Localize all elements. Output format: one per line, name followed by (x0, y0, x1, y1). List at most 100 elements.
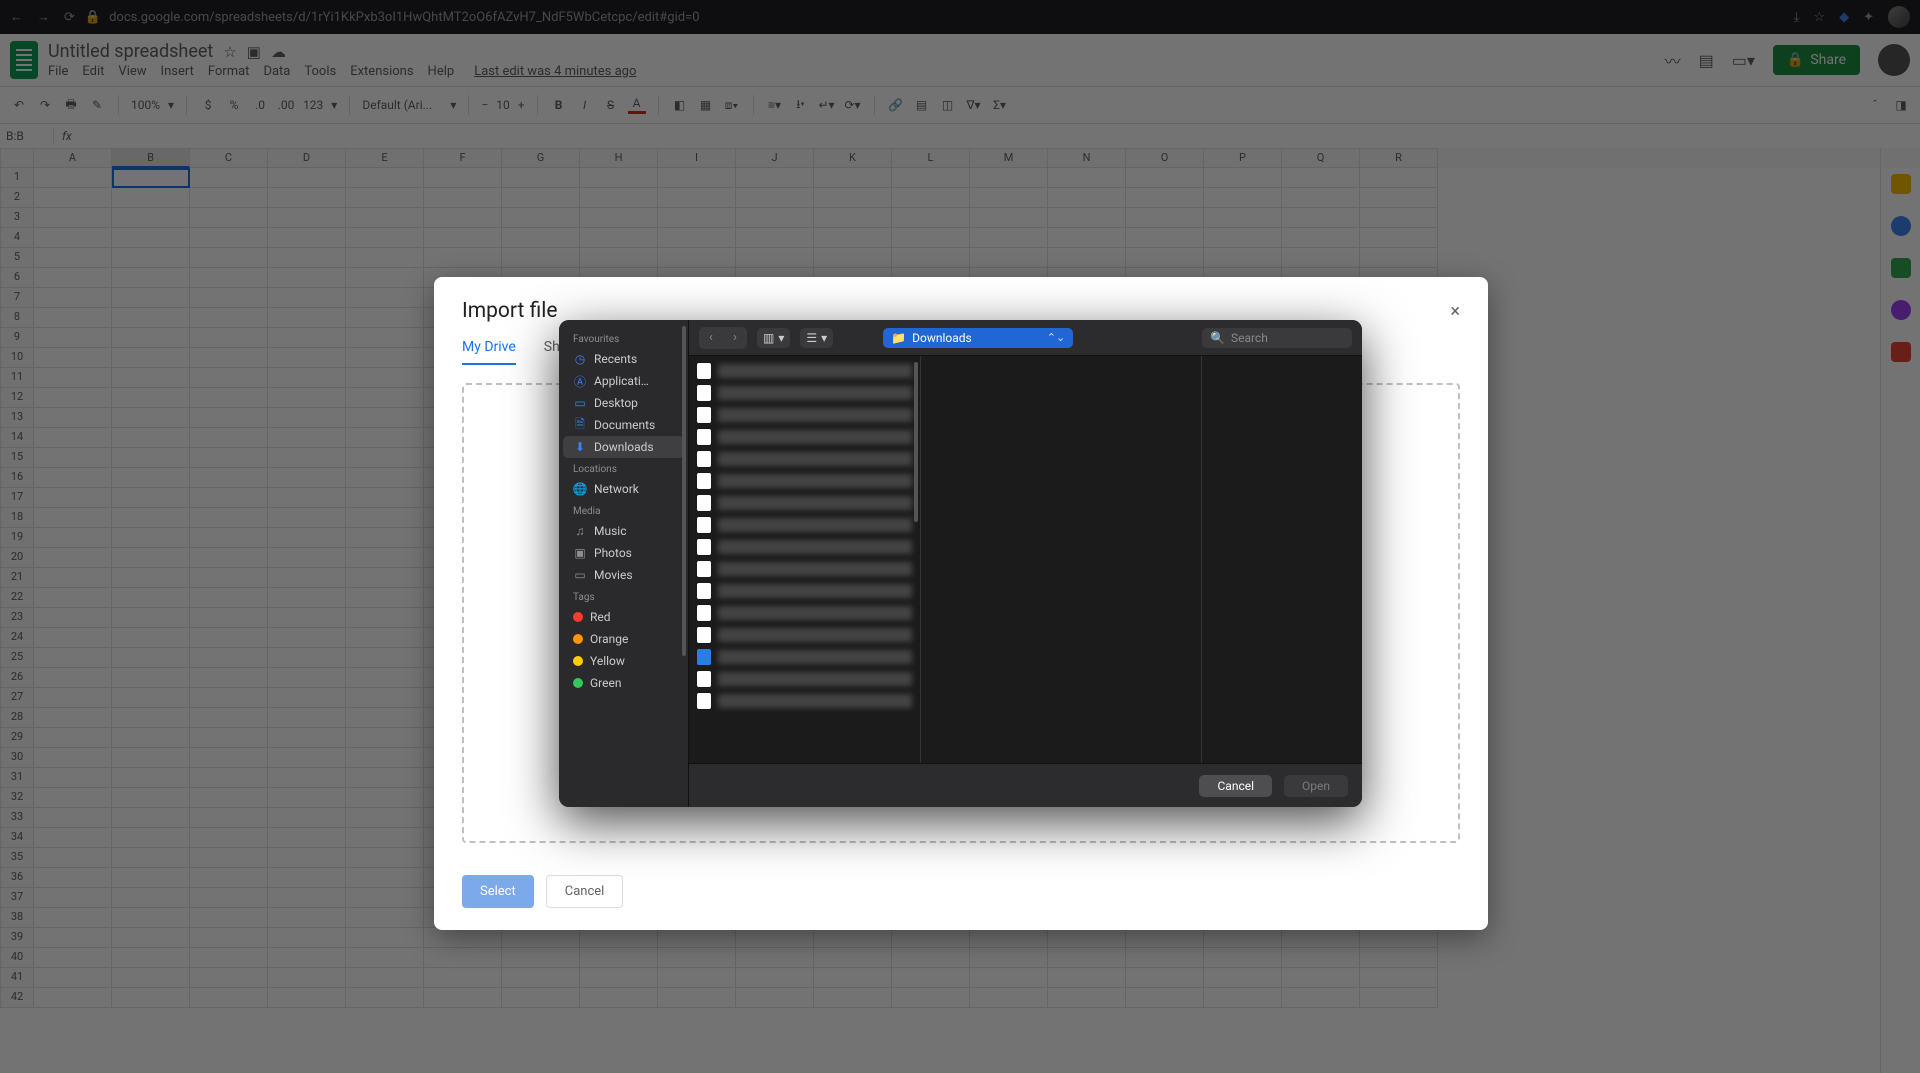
cell[interactable] (190, 748, 268, 768)
cell[interactable] (34, 328, 112, 348)
cell[interactable] (580, 248, 658, 268)
cell[interactable] (346, 688, 424, 708)
currency-format[interactable]: $ (199, 98, 217, 112)
finder-file-row[interactable] (691, 668, 918, 690)
cell[interactable] (34, 628, 112, 648)
cell[interactable] (112, 808, 190, 828)
cell[interactable] (190, 508, 268, 528)
cell[interactable] (1282, 948, 1360, 968)
cell[interactable] (112, 348, 190, 368)
cell[interactable] (814, 248, 892, 268)
row-header[interactable]: 37 (0, 888, 34, 908)
cell[interactable] (502, 968, 580, 988)
cell[interactable] (970, 928, 1048, 948)
row-header[interactable]: 27 (0, 688, 34, 708)
finder-sidebar-item-applicati[interactable]: ⒶApplicati… (563, 370, 684, 392)
row-header[interactable]: 24 (0, 628, 34, 648)
collapse-toolbar-icon[interactable]: ˆ (1866, 98, 1884, 112)
keep-icon[interactable] (1891, 216, 1911, 236)
cell[interactable] (580, 208, 658, 228)
cell[interactable] (892, 228, 970, 248)
borders-icon[interactable]: ▦ (697, 98, 715, 112)
cell[interactable] (736, 948, 814, 968)
cell[interactable] (970, 228, 1048, 248)
cell[interactable] (1282, 188, 1360, 208)
cell[interactable] (34, 408, 112, 428)
bold-icon[interactable]: B (550, 98, 568, 112)
cell[interactable] (346, 228, 424, 248)
cell[interactable] (346, 508, 424, 528)
cell[interactable] (1360, 968, 1438, 988)
cell[interactable] (970, 948, 1048, 968)
undo-icon[interactable]: ↶ (10, 98, 28, 112)
cell[interactable] (346, 308, 424, 328)
paintformat-icon[interactable]: ✎ (88, 98, 106, 112)
cell[interactable] (502, 188, 580, 208)
comment-icon[interactable]: ▤ (913, 98, 931, 112)
cell[interactable] (268, 788, 346, 808)
filter-icon[interactable]: ∇▾ (965, 98, 983, 112)
cell[interactable] (112, 448, 190, 468)
cell[interactable] (112, 768, 190, 788)
present-icon[interactable]: ▭▾ (1732, 51, 1755, 70)
cell[interactable] (892, 188, 970, 208)
col-header-P[interactable]: P (1204, 148, 1282, 168)
cell[interactable] (424, 208, 502, 228)
select-all-corner[interactable] (0, 148, 34, 168)
cell[interactable] (190, 928, 268, 948)
cell[interactable] (268, 708, 346, 728)
finder-cancel-button[interactable]: Cancel (1199, 775, 1272, 797)
cell[interactable] (346, 908, 424, 928)
cell[interactable] (346, 968, 424, 988)
cell[interactable] (112, 848, 190, 868)
cell[interactable] (736, 968, 814, 988)
row-header[interactable]: 11 (0, 368, 34, 388)
cell[interactable] (1126, 228, 1204, 248)
cell[interactable] (1204, 168, 1282, 188)
cell[interactable] (1282, 168, 1360, 188)
cell[interactable] (1126, 948, 1204, 968)
cell[interactable] (346, 368, 424, 388)
cell[interactable] (1048, 968, 1126, 988)
cell[interactable] (346, 488, 424, 508)
calendar-icon[interactable] (1891, 174, 1911, 194)
cell[interactable] (346, 788, 424, 808)
cell[interactable] (112, 828, 190, 848)
menu-tools[interactable]: Tools (304, 64, 336, 79)
cell[interactable] (112, 588, 190, 608)
cell[interactable] (346, 608, 424, 628)
cell[interactable] (346, 568, 424, 588)
cell[interactable] (1126, 188, 1204, 208)
row-header[interactable]: 35 (0, 848, 34, 868)
cell[interactable] (268, 268, 346, 288)
cell[interactable] (112, 388, 190, 408)
cell[interactable] (658, 228, 736, 248)
cell[interactable] (112, 408, 190, 428)
cell[interactable] (34, 848, 112, 868)
finder-back-icon[interactable]: ‹ (699, 327, 723, 349)
valign-icon[interactable]: ⭳▾ (792, 95, 810, 116)
cell[interactable] (34, 948, 112, 968)
finder-file-row[interactable] (691, 536, 918, 558)
cell[interactable] (1204, 988, 1282, 1008)
cell[interactable] (658, 948, 736, 968)
finder-file-row[interactable] (691, 602, 918, 624)
row-header[interactable]: 29 (0, 728, 34, 748)
install-icon[interactable]: ⤓ (1794, 10, 1800, 25)
finder-sidebar-item-yellow[interactable]: Yellow (563, 650, 684, 672)
cell[interactable] (346, 468, 424, 488)
col-header-H[interactable]: H (580, 148, 658, 168)
cell[interactable] (190, 608, 268, 628)
redo-icon[interactable]: ↷ (36, 98, 54, 112)
cell[interactable] (814, 168, 892, 188)
cell[interactable] (190, 428, 268, 448)
cell[interactable] (190, 908, 268, 928)
italic-icon[interactable]: I (576, 98, 594, 112)
cell[interactable] (112, 968, 190, 988)
finder-sidebar-item-network[interactable]: 🌐Network (563, 478, 684, 500)
chevron-down-icon[interactable]: ▾ (450, 98, 456, 112)
cell[interactable] (268, 168, 346, 188)
cell[interactable] (346, 988, 424, 1008)
finder-sidebar-item-photos[interactable]: ▣Photos (563, 542, 684, 564)
cell[interactable] (346, 528, 424, 548)
